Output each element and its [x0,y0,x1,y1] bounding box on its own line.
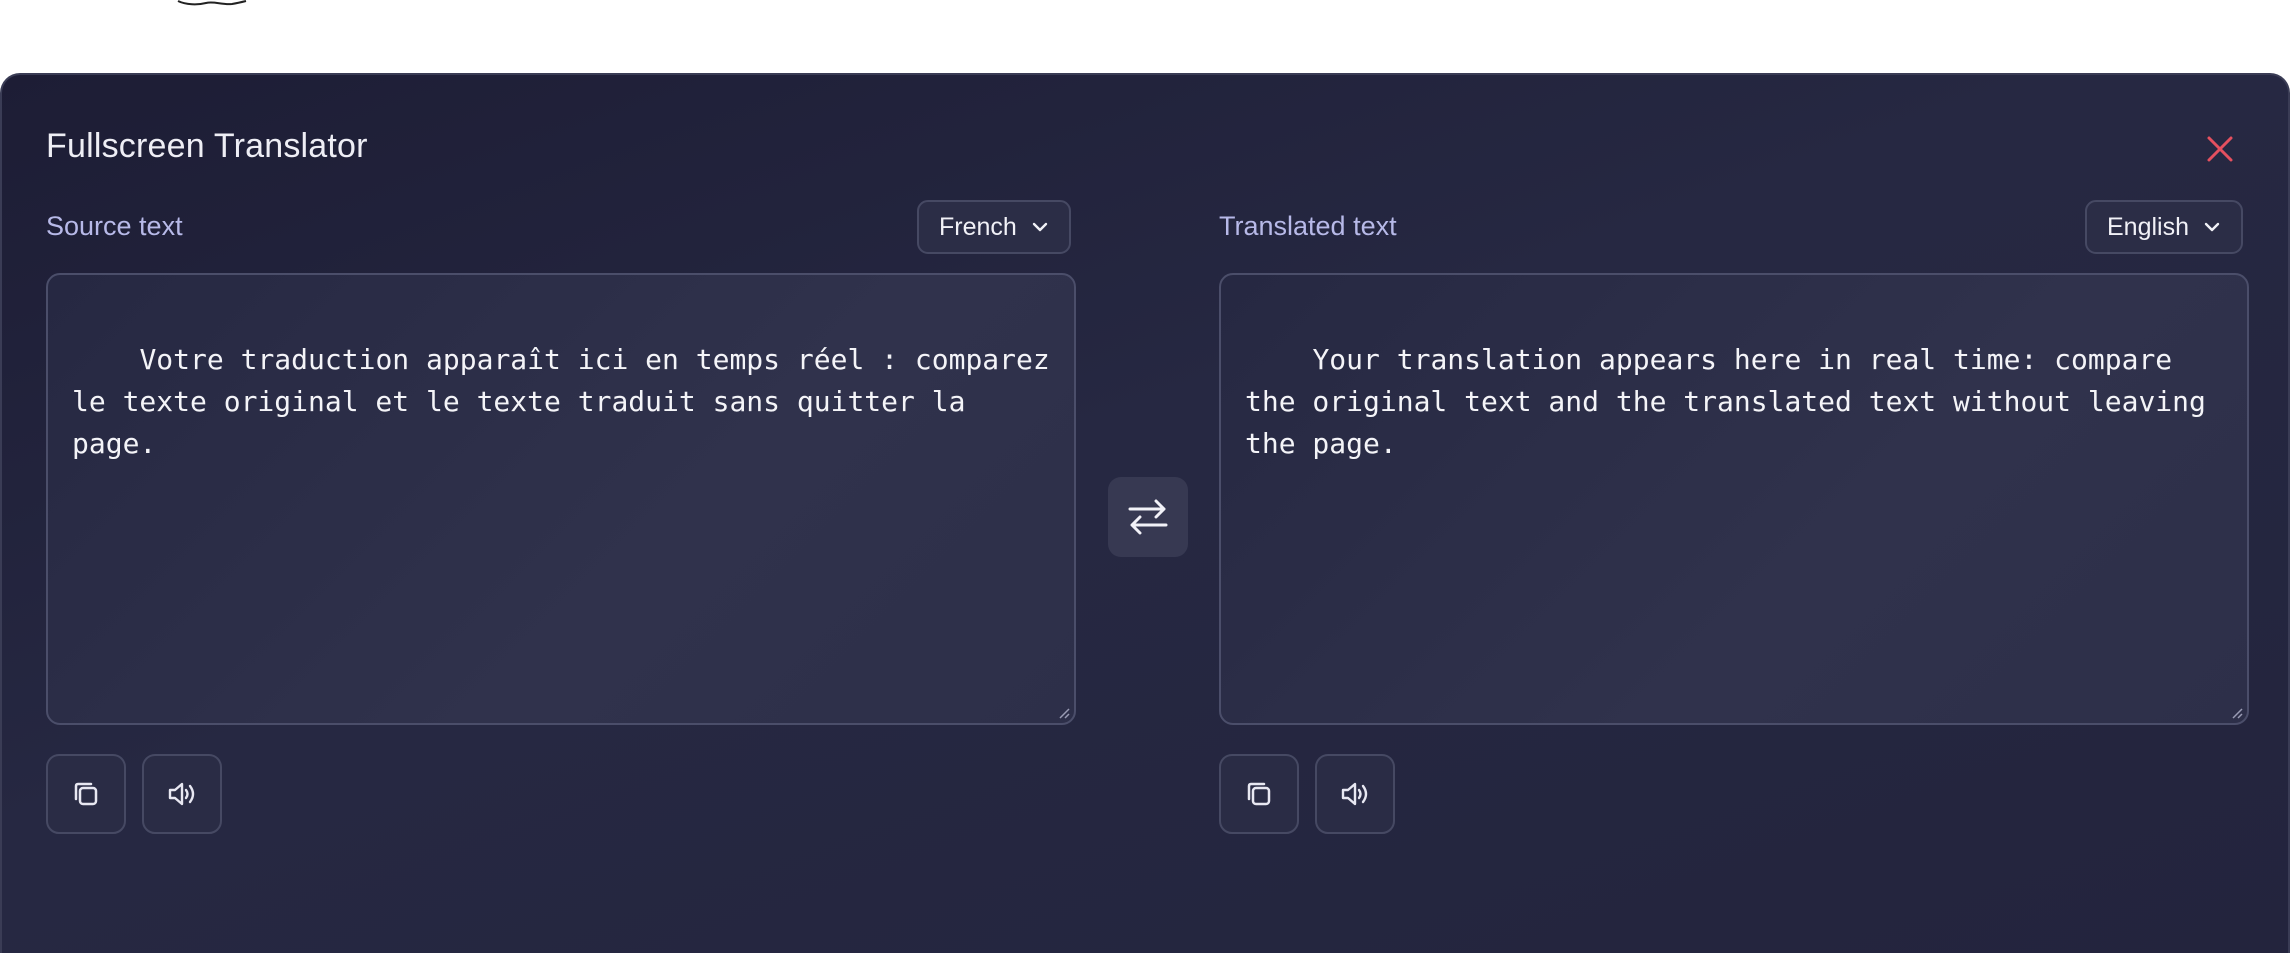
target-language-select[interactable]: English [2085,200,2243,254]
translated-text-label: Translated text [1219,211,1397,241]
chevron-down-icon [1032,222,1048,232]
swap-arrows-icon [1128,499,1168,535]
resize-handle-icon[interactable] [1056,705,1070,719]
swap-languages-button[interactable] [1108,477,1188,557]
top-edge-sketch [177,0,247,6]
translated-text-content: Your translation appears here in real ti… [1245,343,2223,460]
speaker-icon [1341,782,1368,806]
source-language-value: French [939,212,1017,241]
copy-icon [1247,782,1271,806]
speaker-icon [168,782,195,806]
source-text-label: Source text [46,211,183,241]
translated-textarea[interactable]: Your translation appears here in real ti… [1219,273,2249,725]
translated-speak-button[interactable] [1315,754,1395,834]
resize-handle-icon[interactable] [2229,705,2243,719]
target-language-value: English [2107,212,2189,241]
translator-modal: Fullscreen Translator Source text French… [0,73,2290,953]
chevron-down-icon [2204,222,2220,232]
source-copy-button[interactable] [46,754,126,834]
translated-copy-button[interactable] [1219,754,1299,834]
source-speak-button[interactable] [142,754,222,834]
source-textarea[interactable]: Votre traduction apparaît ici en temps r… [46,273,1076,725]
source-language-select[interactable]: French [917,200,1071,254]
close-icon [2207,136,2233,162]
close-button[interactable] [2198,127,2242,171]
copy-icon [74,782,98,806]
source-text-content: Votre traduction apparaît ici en temps r… [72,343,1067,460]
modal-title: Fullscreen Translator [46,127,368,165]
